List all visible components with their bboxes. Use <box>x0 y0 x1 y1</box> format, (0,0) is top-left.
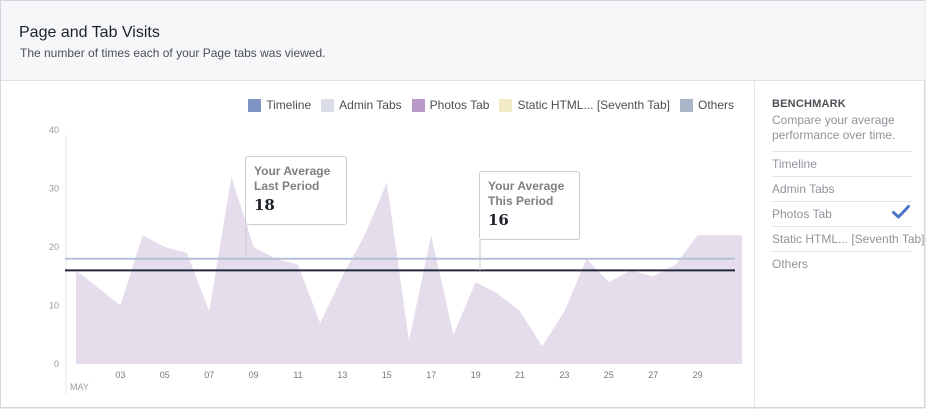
callout-average-this-period: Your Average This Period 16 <box>479 171 580 240</box>
benchmark-item-photos-tab[interactable]: Photos Tab <box>772 201 912 226</box>
benchmark-item-admin-tabs[interactable]: Admin Tabs <box>772 176 912 201</box>
callout-average-last-period: Your Average Last Period 18 <box>245 156 347 225</box>
benchmark-description: Compare your average performance over ti… <box>772 113 896 142</box>
benchmark-item-label: Static HTML... [Seventh Tab] <box>772 232 925 246</box>
benchmark-item-static-html[interactable]: Static HTML... [Seventh Tab] <box>772 226 925 251</box>
x-tick-label: 05 <box>160 370 170 380</box>
y-tick-label: 10 <box>49 301 59 311</box>
x-month-label: MAY <box>70 382 89 392</box>
benchmark-item-label: Timeline <box>772 157 817 171</box>
callout-label-line2: Last Period <box>254 179 320 193</box>
x-tick-label: 17 <box>426 370 436 380</box>
insights-panel: Page and Tab Visits The number of times … <box>0 0 925 409</box>
x-tick-label: 23 <box>559 370 569 380</box>
callout-value: 16 <box>488 211 509 229</box>
benchmark-title: BENCHMARK <box>772 98 846 110</box>
y-tick-label: 40 <box>49 125 59 135</box>
x-tick-label: 19 <box>471 370 481 380</box>
benchmark-list: Timeline Admin Tabs Photos Tab Static HT… <box>772 151 925 276</box>
x-tick-label: 15 <box>382 370 392 380</box>
checkmark-icon <box>892 205 910 219</box>
x-tick-label: 03 <box>115 370 125 380</box>
benchmark-item-timeline[interactable]: Timeline <box>772 151 912 176</box>
panel-header: Page and Tab Visits The number of times … <box>1 1 925 81</box>
page-title: Page and Tab Visits <box>19 24 160 41</box>
x-tick-label: 25 <box>604 370 614 380</box>
x-tick-label: 21 <box>515 370 525 380</box>
area-chart: 0 10 20 30 40 03 05 07 09 11 13 15 17 19 21 23 25 27 29 MAY <box>49 125 743 394</box>
x-tick-label: 27 <box>648 370 658 380</box>
callout-label-line1: Your Average <box>254 164 331 178</box>
callout-label-line1: Your Average <box>488 179 565 193</box>
callout-label-line2: This Period <box>488 194 554 208</box>
x-tick-label: 07 <box>204 370 214 380</box>
benchmark-item-label: Others <box>772 257 809 271</box>
x-tick-label: 11 <box>293 370 302 380</box>
x-tick-label: 29 <box>693 370 703 380</box>
benchmark-sidebar: BENCHMARK Compare your average performan… <box>755 81 925 409</box>
page-subtitle: The number of times each of your Page ta… <box>20 46 326 60</box>
x-tick-label: 13 <box>337 370 347 380</box>
y-tick-label: 20 <box>49 242 59 252</box>
chart-area: Timeline Admin Tabs Photos Tab Static HT… <box>1 81 755 409</box>
x-tick-label: 09 <box>249 370 259 380</box>
y-tick-label: 0 <box>54 359 59 369</box>
benchmark-item-others[interactable]: Others <box>772 251 912 276</box>
benchmark-item-label: Admin Tabs <box>772 182 835 196</box>
benchmark-item-label: Photos Tab <box>772 207 832 221</box>
y-tick-label: 30 <box>49 184 59 194</box>
callout-value: 18 <box>254 196 275 214</box>
